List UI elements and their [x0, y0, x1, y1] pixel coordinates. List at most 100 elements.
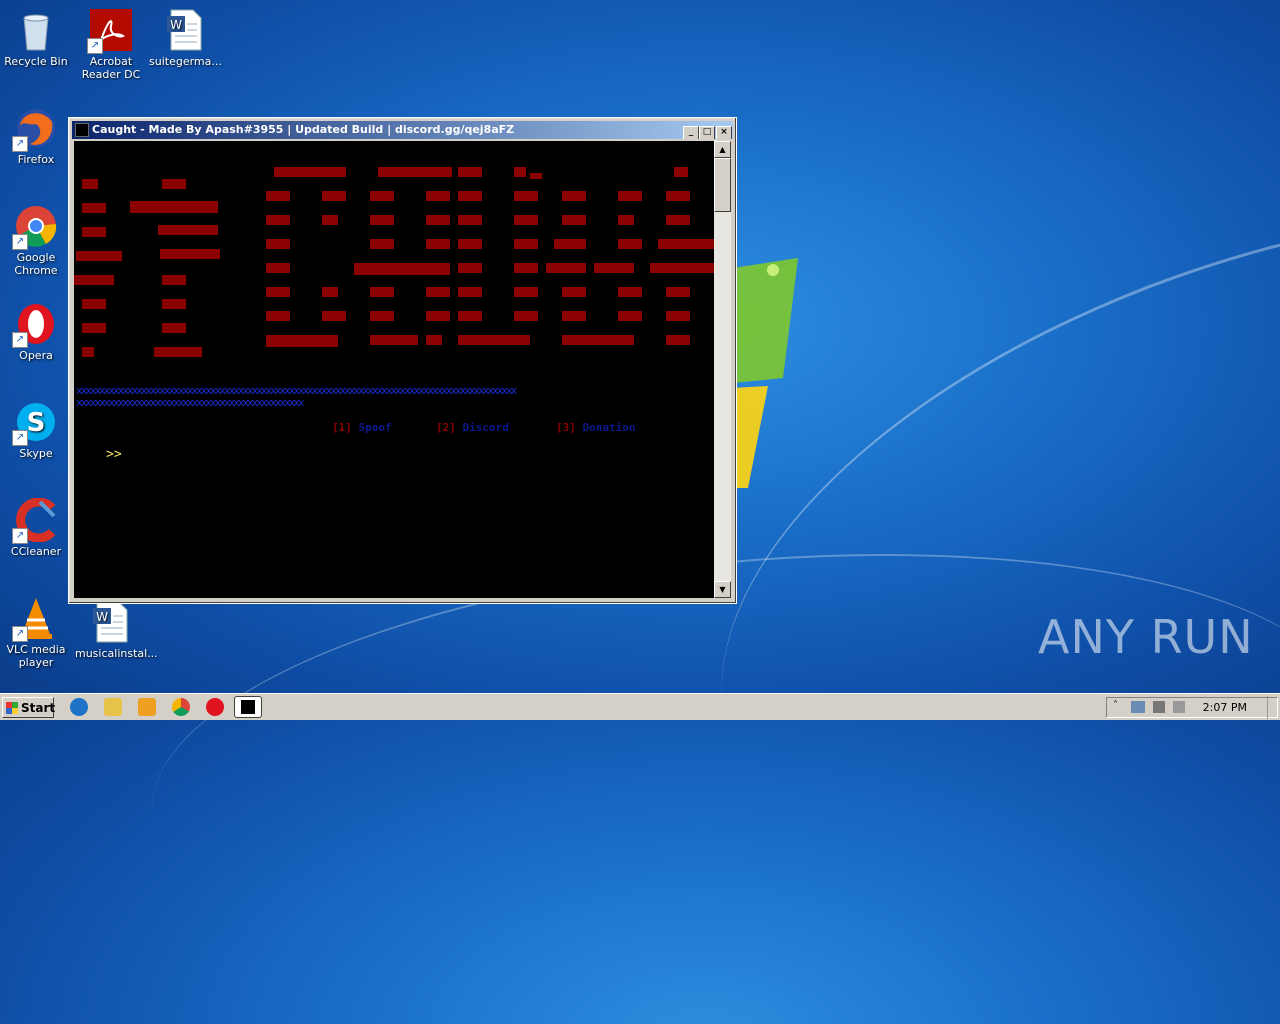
- ascii-art-block: [370, 335, 418, 345]
- opera-icon: ↗: [12, 302, 58, 348]
- ascii-art-block: [322, 287, 338, 297]
- svg-text:W: W: [170, 18, 182, 32]
- menu-label: Donation: [582, 421, 636, 434]
- maximize-button[interactable]: □: [699, 126, 715, 139]
- ascii-art-block: [426, 239, 450, 249]
- ascii-art-block: [666, 215, 690, 225]
- desktop-icon-ccleaner[interactable]: ↗ CCleaner: [0, 497, 72, 558]
- scroll-thumb[interactable]: [714, 158, 731, 212]
- desktop-icon-label: Skype: [19, 447, 53, 460]
- ascii-art-block: [562, 215, 586, 225]
- menu-option-spoof: [1] Spoof: [332, 421, 392, 434]
- media-player-icon[interactable]: [138, 698, 156, 716]
- console-scrollbar[interactable]: ▲ ▼: [714, 141, 731, 598]
- ascii-art-block: [426, 311, 450, 321]
- scroll-down-button[interactable]: ▼: [714, 581, 731, 598]
- skype-icon: S ↗: [12, 400, 58, 446]
- console-app-icon: [241, 700, 255, 714]
- ascii-art-block: [666, 191, 690, 201]
- desktop-icon-firefox[interactable]: ↗ Firefox: [0, 106, 72, 166]
- ascii-art-block: [546, 263, 586, 273]
- ascii-art-block: [266, 239, 290, 249]
- ascii-art-block: [274, 167, 346, 177]
- action-center-flag-icon[interactable]: [1173, 701, 1185, 713]
- ascii-art-block: [426, 335, 442, 345]
- ascii-art-block: [458, 311, 482, 321]
- vlc-icon: ↗: [12, 596, 58, 642]
- desktop-icon-musicalinstal[interactable]: W musicalinstal...: [75, 600, 158, 660]
- opera-taskbar-icon[interactable]: [206, 698, 224, 716]
- menu-label: Discord: [462, 421, 509, 434]
- show-hidden-icons-icon[interactable]: ˄: [1113, 700, 1118, 711]
- console-taskbar-button[interactable]: [234, 696, 262, 718]
- ascii-art-block: [322, 311, 346, 321]
- ascii-art-block: [82, 347, 94, 357]
- desktop-icon-suitegerma[interactable]: W suitegerma...: [149, 8, 222, 68]
- chrome-taskbar-icon[interactable]: [172, 698, 190, 716]
- console-titlebar[interactable]: Caught - Made By Apash#3955 | Updated Bu…: [72, 121, 733, 139]
- ascii-art-block: [322, 191, 346, 201]
- ascii-art-block: [514, 191, 538, 201]
- ascii-art-block: [76, 251, 122, 261]
- ascii-art-block: [458, 167, 482, 177]
- system-tray: ˄ 2:07 PM: [1106, 697, 1278, 718]
- ascii-art-block: [666, 311, 690, 321]
- ascii-art-block: [266, 263, 290, 273]
- menu-number: [2]: [436, 421, 456, 434]
- ascii-art-block: [514, 239, 538, 249]
- ccleaner-icon: ↗: [12, 497, 58, 544]
- desktop-icon-acrobat[interactable]: ↗ Acrobat Reader DC: [75, 8, 147, 81]
- ascii-art-block: [658, 239, 714, 249]
- word-document-icon: W: [163, 8, 207, 52]
- volume-icon[interactable]: [1153, 701, 1165, 713]
- console-window[interactable]: Caught - Made By Apash#3955 | Updated Bu…: [68, 117, 737, 604]
- separator-line: xxxxxxxxxxxxxxxxxxxxxxxxxxxxxxxxxxxxxxxx…: [76, 397, 305, 408]
- ascii-art-block: [162, 179, 186, 189]
- recycle-bin-icon: [14, 8, 58, 52]
- menu-option-discord: [2] Discord: [436, 421, 509, 434]
- show-desktop-button[interactable]: [1267, 696, 1280, 719]
- svg-text:S: S: [27, 408, 46, 438]
- desktop-icon-chrome[interactable]: ↗ Google Chrome: [0, 204, 72, 277]
- ascii-art-block: [562, 335, 634, 345]
- desktop-icon-skype[interactable]: S ↗ Skype: [0, 400, 72, 460]
- ascii-art-block: [458, 287, 482, 297]
- desktop-icon-label: CCleaner: [10, 545, 62, 558]
- close-button[interactable]: ×: [716, 126, 732, 139]
- minimize-button[interactable]: _: [683, 126, 699, 139]
- clock[interactable]: 2:07 PM: [1203, 701, 1247, 715]
- start-button[interactable]: Start: [2, 697, 55, 718]
- ascii-art-block: [458, 263, 482, 273]
- ascii-art-block: [82, 323, 106, 333]
- ascii-art-block: [458, 239, 482, 249]
- desktop-icon-label: Opera: [19, 349, 53, 362]
- ascii-art-block: [354, 263, 450, 275]
- menu-number: [1]: [332, 421, 352, 434]
- ascii-art-block: [162, 299, 186, 309]
- ascii-art-block: [82, 179, 98, 189]
- anyrun-watermark: ANY RUN: [1038, 610, 1254, 664]
- ascii-art-block: [514, 215, 538, 225]
- console-output[interactable]: xxxxxxxxxxxxxxxxxxxxxxxxxxxxxxxxxxxxxxxx…: [74, 141, 714, 598]
- console-app-icon[interactable]: [75, 123, 89, 137]
- file-explorer-icon[interactable]: [104, 698, 122, 716]
- chrome-icon: ↗: [12, 204, 58, 250]
- ascii-art-block: [82, 299, 106, 309]
- ascii-art-block: [514, 263, 538, 273]
- ascii-art-block: [458, 191, 482, 201]
- ascii-art-block: [370, 311, 394, 321]
- scroll-up-button[interactable]: ▲: [714, 141, 731, 158]
- ascii-art-block: [674, 167, 688, 177]
- desktop-icon-opera[interactable]: ↗ Opera: [0, 302, 72, 362]
- ascii-art-block: [370, 215, 394, 225]
- ascii-art-block: [210, 251, 218, 257]
- desktop-icon-vlc[interactable]: ↗ VLC media player: [0, 596, 72, 669]
- internet-explorer-icon[interactable]: [70, 698, 88, 716]
- ascii-art-block: [130, 201, 218, 213]
- desktop-icon-recycle-bin[interactable]: Recycle Bin: [0, 8, 72, 68]
- ascii-art-block: [266, 191, 290, 201]
- network-icon[interactable]: [1131, 701, 1145, 713]
- ascii-art-block: [514, 167, 526, 177]
- windows-flag-icon: [6, 702, 18, 714]
- console-prompt[interactable]: >>: [106, 447, 122, 462]
